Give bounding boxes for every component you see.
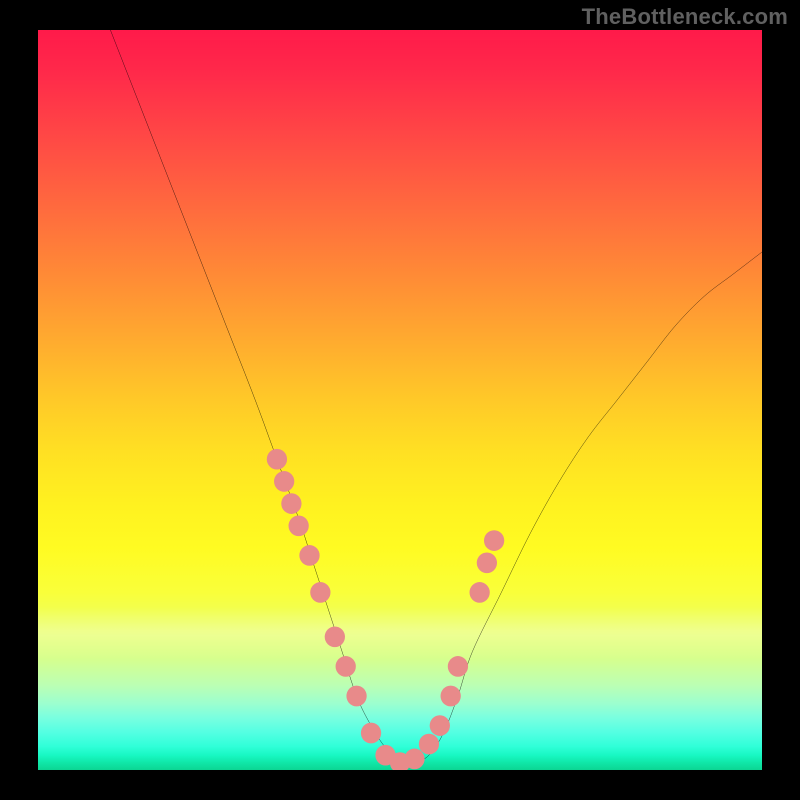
data-point [419, 734, 439, 755]
data-point [441, 686, 461, 707]
data-point [310, 582, 330, 603]
data-point [299, 545, 319, 566]
data-point [477, 552, 497, 573]
data-point-group [267, 449, 504, 770]
data-point [361, 723, 381, 744]
data-point [404, 749, 424, 770]
bottleneck-curve [110, 30, 762, 764]
plot-area [38, 30, 762, 770]
data-point [470, 582, 490, 603]
data-point [325, 626, 345, 647]
chart-stage: TheBottleneck.com [0, 0, 800, 800]
data-point [484, 530, 504, 551]
watermark-text: TheBottleneck.com [582, 4, 788, 30]
data-point [281, 493, 301, 514]
data-point [267, 449, 287, 470]
data-point [289, 515, 309, 536]
data-point [336, 656, 356, 677]
data-point [448, 656, 468, 677]
data-point [346, 686, 366, 707]
data-point [274, 471, 294, 492]
chart-svg [38, 30, 762, 770]
data-point [430, 715, 450, 736]
